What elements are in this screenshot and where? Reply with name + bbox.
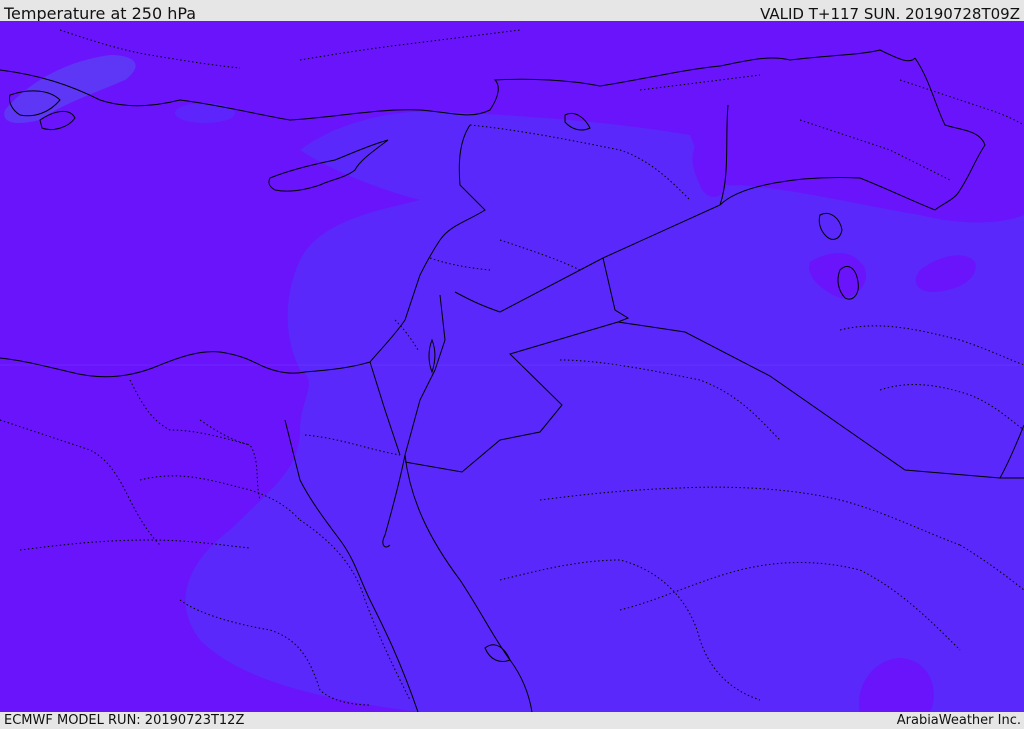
credit-label: ArabiaWeather Inc. bbox=[896, 713, 1021, 728]
forecast-map-frame: Temperature at 250 hPa VALID T+117 SUN. … bbox=[0, 0, 1024, 729]
map-canvas bbox=[0, 21, 1024, 712]
map-footer: ECMWF MODEL RUN: 20190723T12Z ArabiaWeat… bbox=[0, 712, 1024, 729]
model-run-label: ECMWF MODEL RUN: 20190723T12Z bbox=[4, 713, 245, 728]
map-header: Temperature at 250 hPa VALID T+117 SUN. … bbox=[0, 0, 1024, 23]
temperature-map bbox=[0, 21, 1024, 712]
light-patch bbox=[175, 103, 235, 123]
